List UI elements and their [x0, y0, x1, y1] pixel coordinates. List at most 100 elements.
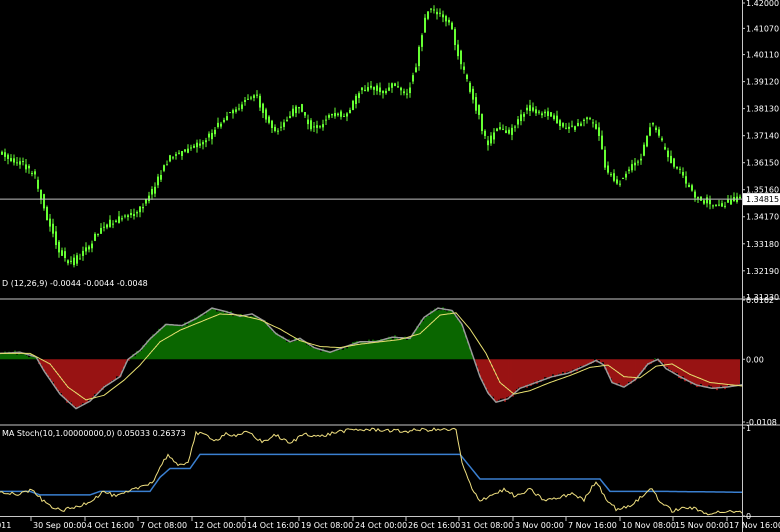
price-candle-body — [166, 164, 168, 166]
price-candle-body — [160, 175, 162, 180]
price-candle-body — [592, 122, 594, 124]
price-candle-body — [370, 85, 372, 88]
time-axis-label: 14 Oct 16:00 — [247, 521, 299, 530]
price-candle-body — [40, 189, 42, 200]
price-axis-label: 1.36150 — [746, 159, 779, 168]
price-candle-body — [670, 155, 672, 164]
time-axis-label: 7 Nov 16:00 — [568, 521, 617, 530]
price-candle-body — [580, 123, 582, 126]
price-candle-body — [316, 125, 318, 128]
price-candle-body — [415, 67, 417, 73]
price-candle-body — [295, 106, 297, 114]
price-candle-body — [538, 111, 540, 113]
price-candle-body — [466, 74, 468, 80]
price-candle-body — [493, 132, 495, 140]
price-candle-body — [376, 85, 378, 91]
price-candle-body — [313, 126, 315, 128]
price-candle-body — [136, 212, 138, 214]
price-candle-body — [367, 87, 369, 91]
macd-panel[interactable] — [0, 307, 743, 410]
price-candle-body — [235, 109, 237, 112]
price-candle-body — [412, 75, 414, 82]
price-candle-body — [118, 216, 120, 223]
price-candle-body — [478, 105, 480, 115]
price-candle-body — [214, 129, 216, 135]
axes: 1.42000 1.41070 1.40110 1.39120 1.38130 1.371… — [0, 0, 780, 532]
price-candle-body — [178, 152, 180, 154]
price-candle-body — [676, 166, 678, 169]
price-candle-body — [31, 173, 33, 175]
price-candle-body — [154, 186, 156, 194]
price-candle-body — [115, 220, 117, 223]
macd-axis-label: 0.00 — [746, 355, 764, 364]
time-axis-label: 12 Oct 00:00 — [194, 521, 246, 530]
price-candle-body — [424, 17, 426, 33]
price-candle-body — [277, 130, 279, 132]
price-candle-body — [223, 119, 225, 122]
time-axis-label: 15 Nov 00:00 — [675, 521, 729, 530]
price-candle-body — [460, 50, 462, 65]
price-candle-body — [619, 183, 621, 185]
price-axis-label: 1.40110 — [746, 51, 779, 60]
price-candle-body — [241, 104, 243, 109]
price-candle-body — [631, 164, 633, 171]
price-candle-body — [4, 152, 6, 157]
time-axis-label: 3 Nov 00:00 — [515, 521, 564, 530]
price-candle-body — [346, 113, 348, 117]
price-candle-body — [43, 194, 45, 209]
price-candle-body — [1, 151, 3, 155]
price-candle-body — [448, 19, 450, 23]
time-axis-label: 24 Oct 00:00 — [355, 521, 407, 530]
price-candle-body — [181, 151, 183, 156]
price-candle-body — [328, 115, 330, 118]
price-candle-body — [583, 119, 585, 122]
price-candle-body — [76, 255, 78, 264]
price-candle-body — [565, 127, 567, 129]
price-candle-body — [481, 114, 483, 132]
price-candle-body — [172, 157, 174, 159]
price-candle-body — [664, 146, 666, 150]
price-candle-body — [724, 205, 726, 207]
price-candle-body — [190, 147, 192, 149]
price-candle-body — [265, 109, 267, 120]
price-candle-body — [226, 116, 228, 121]
price-candle-body — [571, 125, 573, 127]
stochastic-axis-label: 1 — [746, 424, 751, 433]
price-candle-body — [568, 126, 570, 129]
price-candle-body — [634, 162, 636, 166]
price-candle-body — [544, 111, 546, 114]
price-candle-body — [589, 118, 591, 120]
price-candle-body — [151, 189, 153, 195]
price-candle-body — [157, 176, 159, 186]
price-candle-body — [625, 173, 627, 178]
price-candle-body — [388, 87, 390, 91]
time-axis-label: 19 Oct 08:00 — [301, 521, 353, 530]
price-candle-body — [169, 155, 171, 162]
price-candle-body — [97, 234, 99, 236]
price-panel[interactable] — [0, 5, 742, 268]
stochastic-panel[interactable] — [0, 427, 743, 516]
price-candle-body — [679, 168, 681, 170]
price-candle-body — [598, 127, 600, 136]
price-candle-body — [691, 185, 693, 191]
stochastic-axis-label: 0 — [746, 512, 751, 521]
price-candle-body — [16, 162, 18, 164]
price-candle-body — [607, 165, 609, 173]
price-candle-body — [85, 247, 87, 252]
price-candle-body — [22, 161, 24, 163]
price-candle-body — [175, 154, 177, 156]
price-axis-label: 1.39120 — [746, 78, 779, 87]
price-candle-body — [430, 8, 432, 10]
price-candle-body — [46, 206, 48, 221]
price-candle-body — [349, 109, 351, 114]
time-axis-label: 30 Sep 00:00 — [33, 521, 86, 530]
price-candle-body — [535, 109, 537, 114]
price-candle-body — [532, 107, 534, 111]
macd-label: D (12,26,9) -0.0044 -0.0044 -0.0048 — [2, 279, 148, 288]
price-candle-body — [463, 66, 465, 70]
price-candle-body — [112, 223, 114, 225]
price-candle-body — [148, 195, 150, 202]
price-candle-body — [307, 119, 309, 125]
price-candle-body — [655, 127, 657, 131]
price-candle-body — [139, 206, 141, 213]
